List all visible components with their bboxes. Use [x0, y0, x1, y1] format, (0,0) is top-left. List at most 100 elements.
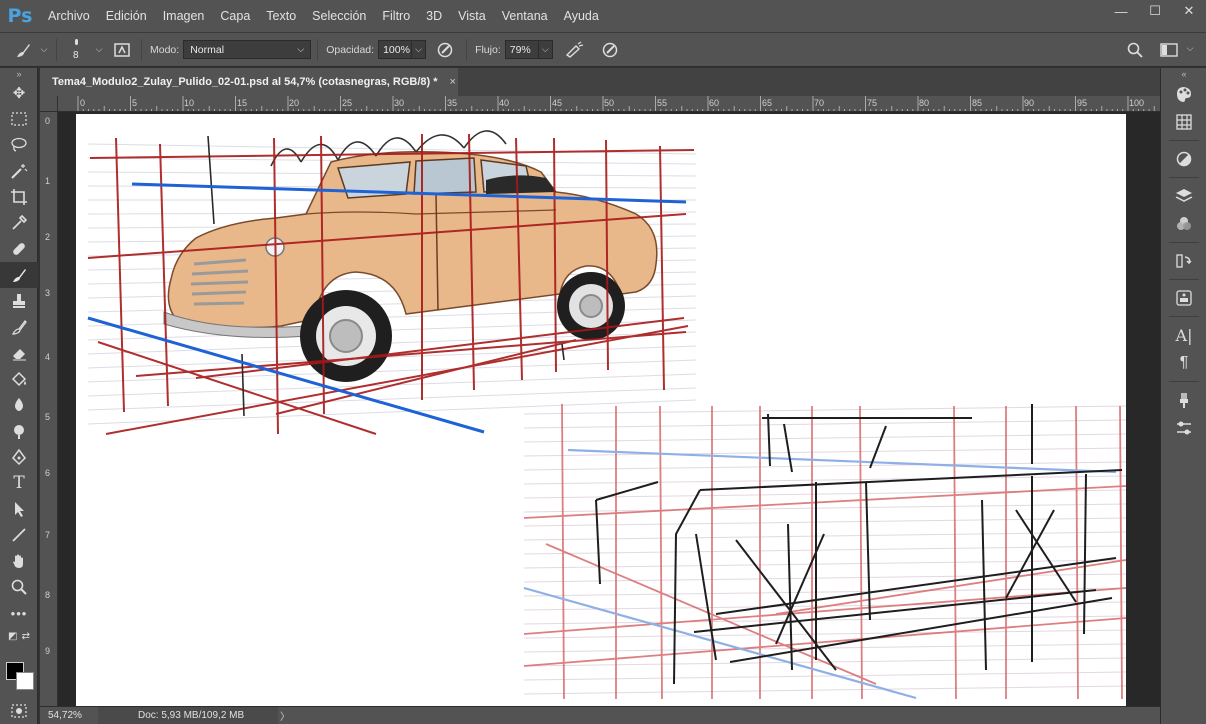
close-tab-icon[interactable]: × [450, 76, 456, 88]
paragraph-panel-icon[interactable]: ¶ [1161, 349, 1206, 377]
status-menu-arrow-icon[interactable]: 〉 [280, 708, 290, 723]
brush-size-picker[interactable]: 8 [63, 35, 93, 65]
brush-presets-panel-icon[interactable] [1161, 414, 1206, 442]
dodge-tool-icon[interactable] [0, 418, 38, 444]
separator [1169, 242, 1199, 243]
history-panel-icon[interactable] [1161, 247, 1206, 275]
minimize-button[interactable]: — [1104, 0, 1138, 22]
background-color-swatch[interactable] [16, 672, 34, 690]
photoshop-logo[interactable]: Ps [0, 0, 40, 33]
workspace-dropdown-icon[interactable]: ⌵ [1184, 43, 1196, 54]
healing-brush-tool-icon[interactable] [0, 236, 38, 262]
airbrush-icon[interactable] [559, 38, 589, 62]
menu-ventana[interactable]: Ventana [494, 0, 556, 33]
tools-panel: » ✥ T ••• ◩ ⇄ [0, 68, 38, 724]
paint-bucket-tool-icon[interactable] [0, 366, 38, 392]
type-tool-icon[interactable]: T [0, 470, 38, 496]
zoom-tool-icon[interactable] [0, 574, 38, 600]
opacity-dropdown-icon[interactable]: ⌵ [412, 40, 427, 59]
ruler-label: 95 [1077, 98, 1088, 108]
crop-tool-icon[interactable] [0, 184, 38, 210]
pen-tool-icon[interactable] [0, 444, 38, 470]
swap-colors-icon[interactable]: ⇄ [22, 631, 30, 642]
ruler-label: 65 [762, 98, 773, 108]
hand-tool-icon[interactable] [0, 548, 38, 574]
more-tools-icon[interactable]: ••• [0, 600, 38, 626]
brush-tool-icon[interactable] [0, 262, 38, 288]
search-icon[interactable] [1124, 39, 1146, 61]
ruler-label: 8 [45, 590, 51, 600]
separator [1169, 381, 1199, 382]
separator [466, 38, 468, 61]
horizontal-ruler[interactable]: 0 5 10 15 20 25 30 35 40 45 50 55 60 65 … [58, 96, 1160, 112]
channels-panel-icon[interactable] [1161, 210, 1206, 238]
character-panel-icon[interactable]: A| [1161, 321, 1206, 349]
flow-input[interactable]: 79% [504, 40, 539, 59]
preset-dropdown-icon[interactable]: ⌵ [38, 44, 50, 55]
magic-wand-tool-icon[interactable] [0, 158, 38, 184]
brush-settings-panel-icon[interactable] [1161, 386, 1206, 414]
history-brush-tool-icon[interactable] [0, 314, 38, 340]
maximize-button[interactable]: ☐ [1138, 0, 1172, 22]
brush-size-dropdown-icon[interactable]: ⌵ [93, 44, 105, 55]
mode-label: Modo: [150, 43, 180, 56]
document-title: Tema4_Modulo2_Zulay_Pulido_02-01.psd al … [52, 76, 438, 88]
menu-archivo[interactable]: Archivo [40, 0, 98, 33]
opacity-input[interactable]: 100% [378, 40, 413, 59]
canvas-area[interactable] [58, 112, 1160, 706]
clone-stamp-tool-icon[interactable] [0, 288, 38, 314]
marquee-tool-icon[interactable] [0, 106, 38, 132]
ruler-label: 50 [604, 98, 615, 108]
close-button[interactable]: ✕ [1172, 0, 1206, 22]
collapse-arrows-icon[interactable]: » [0, 68, 38, 80]
eraser-tool-icon[interactable] [0, 340, 38, 366]
workspace-icon[interactable] [1158, 39, 1180, 61]
reset-colors-icon[interactable]: ◩ [8, 631, 17, 642]
flow-dropdown-icon[interactable]: ⌵ [538, 40, 553, 59]
blur-tool-icon[interactable] [0, 392, 38, 418]
mode-select[interactable]: Normal ⌵ [183, 40, 312, 59]
swatches-panel-icon[interactable] [1161, 108, 1206, 136]
lasso-tool-icon[interactable] [0, 132, 38, 158]
layers-panel-icon[interactable] [1161, 182, 1206, 210]
move-tool-icon[interactable]: ✥ [0, 80, 38, 106]
collapse-panels-icon[interactable]: « [1161, 68, 1206, 80]
document-tab[interactable]: Tema4_Modulo2_Zulay_Pulido_02-01.psd al … [40, 68, 458, 96]
color-panel-icon[interactable] [1161, 80, 1206, 108]
separator [317, 38, 319, 61]
path-selection-tool-icon[interactable] [0, 496, 38, 522]
menu-imagen[interactable]: Imagen [155, 0, 213, 33]
quick-mask-icon[interactable] [0, 698, 38, 724]
vertical-ruler[interactable]: 0 1 2 3 4 5 6 7 8 9 [40, 112, 58, 706]
ruler-label: 1 [45, 176, 51, 186]
menu-edicion[interactable]: Edición [98, 0, 155, 33]
menu-3d[interactable]: 3D [418, 0, 450, 33]
mode-value: Normal [190, 43, 225, 56]
ruler-origin[interactable] [40, 96, 58, 112]
zoom-level[interactable]: 54,72% [40, 710, 88, 721]
menu-ayuda[interactable]: Ayuda [556, 0, 607, 33]
menu-capa[interactable]: Capa [212, 0, 258, 33]
menu-seleccion[interactable]: Selección [304, 0, 374, 33]
default-colors-icon[interactable]: ◩ ⇄ [0, 626, 38, 646]
pressure-opacity-icon[interactable] [430, 38, 460, 62]
eyedropper-tool-icon[interactable] [0, 210, 38, 236]
ruler-label: 4 [45, 352, 51, 362]
adjustments-panel-icon[interactable] [1161, 145, 1206, 173]
menu-filtro[interactable]: Filtro [374, 0, 418, 33]
menu-vista[interactable]: Vista [450, 0, 494, 33]
brush-tool-preset-icon[interactable] [8, 35, 38, 65]
menu-texto[interactable]: Texto [258, 0, 304, 33]
menu-bar: Ps Archivo Edición Imagen Capa Texto Sel… [0, 0, 1206, 33]
ruler-label: 80 [919, 98, 930, 108]
line-tool-icon[interactable] [0, 522, 38, 548]
brush-panel-toggle-icon[interactable] [109, 38, 135, 62]
document-canvas[interactable] [76, 114, 1126, 706]
status-bar: 54,72% Doc: 5,93 MB/109,2 MB 〉 [40, 706, 1160, 724]
document-size-info[interactable]: Doc: 5,93 MB/109,2 MB [98, 707, 278, 724]
ruler-label: 70 [814, 98, 825, 108]
separator [1169, 177, 1199, 178]
properties-panel-icon[interactable] [1161, 284, 1206, 312]
panel-dock: « A| ¶ [1160, 68, 1206, 724]
pressure-size-icon[interactable] [595, 38, 625, 62]
